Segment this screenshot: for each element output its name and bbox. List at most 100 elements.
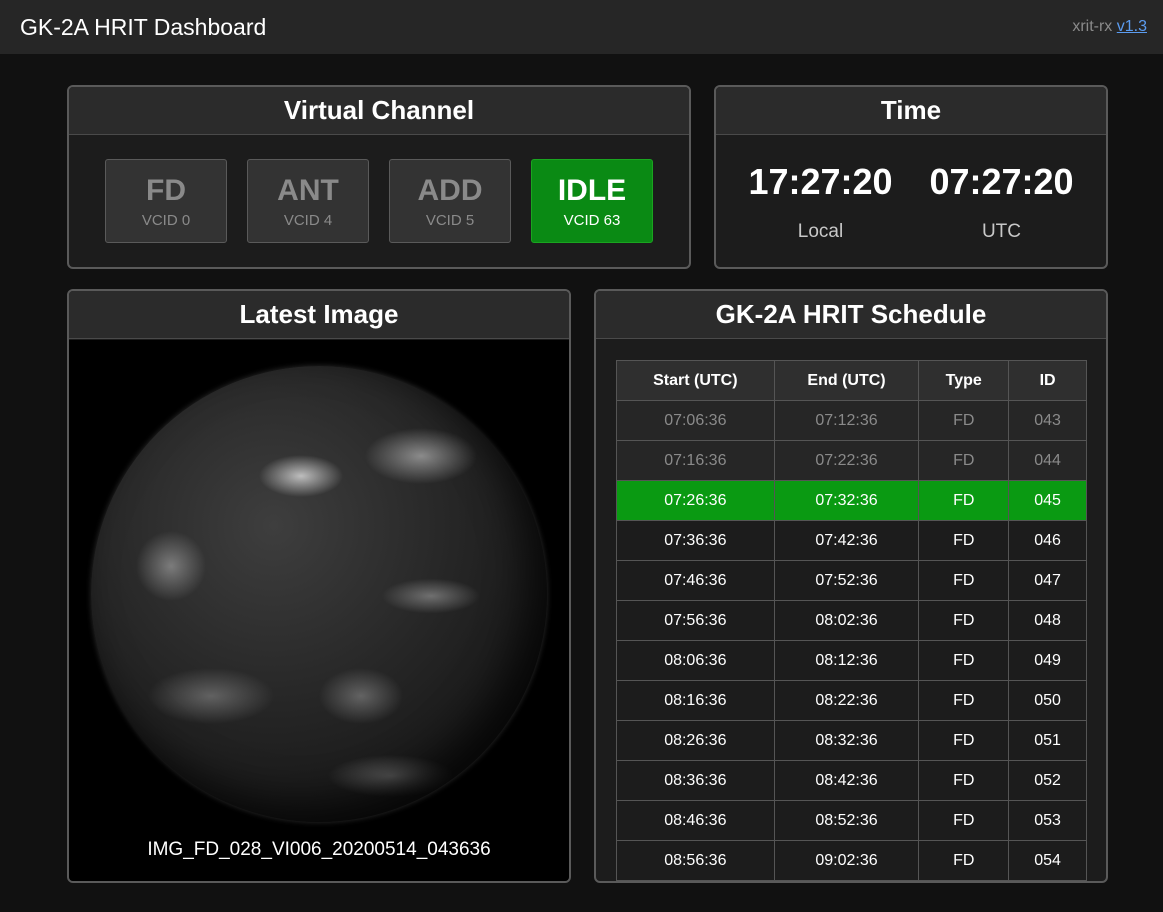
cell-id: 045 [1008, 480, 1087, 521]
cell-type: FD [918, 440, 1010, 481]
table-row: 08:06:36 08:12:36 FD 049 [616, 640, 1087, 681]
table-row: 08:26:36 08:32:36 FD 051 [616, 720, 1087, 761]
schedule-header-row: Start (UTC) End (UTC) Type ID [616, 360, 1087, 401]
time-row: 17:27:20 Local 07:27:20 UTC [716, 161, 1106, 243]
cell-type: FD [918, 400, 1010, 441]
cell-id: 046 [1008, 520, 1087, 561]
latest-image-title: Latest Image [69, 291, 569, 339]
cell-start: 07:06:36 [616, 400, 775, 441]
time-title: Time [716, 87, 1106, 135]
table-row: 07:06:36 07:12:36 FD 043 [616, 400, 1087, 441]
table-row: 07:46:36 07:52:36 FD 047 [616, 560, 1087, 601]
cell-start: 08:46:36 [616, 800, 775, 841]
cell-id: 051 [1008, 720, 1087, 761]
vc-id: VCID 0 [141, 211, 191, 229]
version-link[interactable]: v1.3 [1117, 18, 1147, 35]
utc-time-label: UTC [981, 221, 1022, 242]
cell-end: 07:32:36 [773, 480, 920, 521]
cell-start: 08:16:36 [616, 680, 775, 721]
schedule-title: GK-2A HRIT Schedule [596, 291, 1106, 339]
cell-start: 08:56:36 [616, 840, 775, 881]
vc-button-add[interactable]: ADD VCID 5 [389, 159, 511, 243]
vc-name: IDLE [557, 173, 627, 207]
cell-start: 08:26:36 [616, 720, 775, 761]
local-time-label: Local [797, 221, 844, 242]
time-panel: Time 17:27:20 Local 07:27:20 UTC [714, 85, 1108, 269]
cell-type: FD [918, 480, 1010, 521]
cell-end: 08:32:36 [773, 720, 920, 761]
cell-start: 07:16:36 [616, 440, 775, 481]
virtual-channel-buttons: FD VCID 0 ANT VCID 4 ADD VCID 5 IDLE VCI… [105, 159, 653, 243]
cell-type: FD [918, 840, 1010, 881]
cell-type: FD [918, 640, 1010, 681]
vc-id: VCID 5 [425, 211, 475, 229]
vc-name: ANT [277, 173, 339, 207]
earth-image [91, 366, 547, 822]
schedule-table-wrap: Start (UTC) End (UTC) Type ID 07:06:36 07… [616, 360, 1087, 881]
cell-id: 054 [1008, 840, 1087, 881]
table-row: 07:16:36 07:22:36 FD 044 [616, 440, 1087, 481]
virtual-channel-title: Virtual Channel [69, 87, 689, 135]
vc-name: FD [146, 173, 186, 207]
cell-type: FD [918, 800, 1010, 841]
app-title: GK-2A HRIT Dashboard [20, 13, 267, 40]
cell-type: FD [918, 760, 1010, 801]
vc-id: VCID 4 [283, 211, 333, 229]
cell-type: FD [918, 720, 1010, 761]
cell-end: 09:02:36 [773, 840, 920, 881]
table-row: 08:16:36 08:22:36 FD 050 [616, 680, 1087, 721]
table-row: 07:26:36 07:32:36 FD 045 [616, 480, 1087, 521]
cell-start: 07:26:36 [616, 480, 775, 521]
cell-end: 08:52:36 [773, 800, 920, 841]
latest-image-panel: Latest Image IMG_FD_028_VI006_20200514_0… [67, 289, 571, 883]
cell-id: 049 [1008, 640, 1087, 681]
cell-id: 052 [1008, 760, 1087, 801]
vc-button-idle[interactable]: IDLE VCID 63 [531, 159, 653, 243]
cell-id: 044 [1008, 440, 1087, 481]
cell-start: 07:36:36 [616, 520, 775, 561]
table-row: 08:36:36 08:42:36 FD 052 [616, 760, 1087, 801]
cell-id: 050 [1008, 680, 1087, 721]
schedule-body: 07:06:36 07:12:36 FD 043 07:16:36 07:22:36 FD 0… [616, 400, 1087, 881]
cell-type: FD [918, 560, 1010, 601]
virtual-channel-panel: Virtual Channel FD VCID 0 ANT VCID 4 ADD… [67, 85, 691, 269]
local-time: 17:27:20 Local [748, 161, 892, 243]
local-time-value: 17:27:20 [748, 161, 893, 202]
column-header-id: ID [1008, 360, 1087, 401]
cell-start: 07:46:36 [616, 560, 775, 601]
table-row: 07:56:36 08:02:36 FD 048 [616, 600, 1087, 641]
vc-button-ant[interactable]: ANT VCID 4 [247, 159, 369, 243]
cell-end: 07:22:36 [773, 440, 920, 481]
cell-id: 048 [1008, 600, 1087, 641]
cell-start: 07:56:36 [616, 600, 775, 641]
column-header-start: Start (UTC) [616, 360, 775, 401]
cell-id: 047 [1008, 560, 1087, 601]
schedule-panel: GK-2A HRIT Schedule Start (UTC) End (UTC… [594, 289, 1108, 883]
utc-time: 07:27:20 UTC [929, 161, 1073, 243]
top-bar: GK-2A HRIT Dashboard xrit-rx v1.3 [0, 0, 1163, 54]
schedule-table: Start (UTC) End (UTC) Type ID 07:06:36 07… [616, 360, 1087, 881]
cell-end: 07:52:36 [773, 560, 920, 601]
image-filename: IMG_FD_028_VI006_20200514_043636 [147, 839, 491, 860]
version-info: xrit-rx v1.3 [1072, 18, 1147, 36]
cell-id: 043 [1008, 400, 1087, 441]
vc-name: ADD [417, 173, 483, 207]
cell-type: FD [918, 600, 1010, 641]
table-row: 08:46:36 08:52:36 FD 053 [616, 800, 1087, 841]
cell-end: 08:02:36 [773, 600, 920, 641]
cell-end: 07:42:36 [773, 520, 920, 561]
cell-start: 08:06:36 [616, 640, 775, 681]
table-row: 08:56:36 09:02:36 FD 054 [616, 840, 1087, 881]
utc-time-value: 07:27:20 [929, 161, 1074, 202]
vc-id: VCID 63 [563, 211, 621, 229]
version-prefix: xrit-rx [1072, 18, 1113, 35]
latest-image-view[interactable]: IMG_FD_028_VI006_20200514_043636 [69, 340, 569, 881]
cell-type: FD [918, 680, 1010, 721]
cell-type: FD [918, 520, 1010, 561]
cell-id: 053 [1008, 800, 1087, 841]
table-row: 07:36:36 07:42:36 FD 046 [616, 520, 1087, 561]
column-header-end: End (UTC) [773, 360, 920, 401]
cell-end: 07:12:36 [773, 400, 920, 441]
cell-end: 08:42:36 [773, 760, 920, 801]
vc-button-fd[interactable]: FD VCID 0 [105, 159, 227, 243]
